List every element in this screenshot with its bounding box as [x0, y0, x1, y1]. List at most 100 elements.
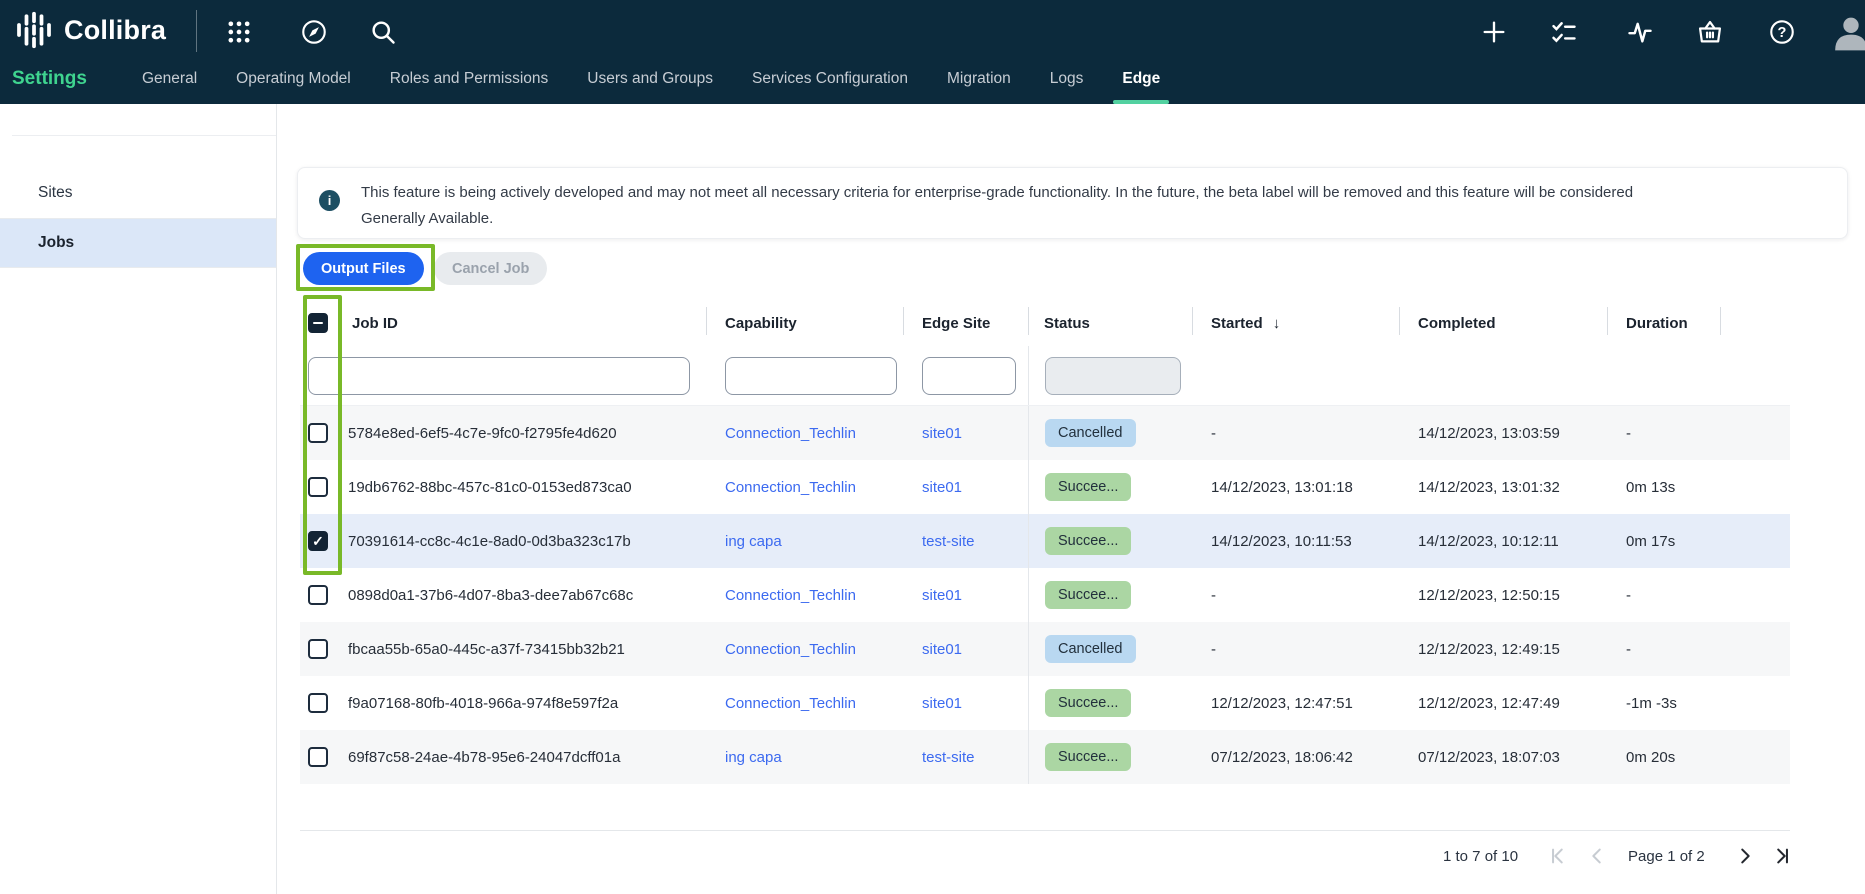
header-checkbox-cell	[300, 300, 346, 346]
table-row[interactable]: 69f87c58-24ae-4b78-95e6-24047dcff01aing …	[300, 730, 1790, 784]
column-header-completed[interactable]: Completed	[1399, 300, 1607, 346]
settings-tab-bar: Settings General Operating Model Roles and…	[0, 54, 1865, 104]
table-filter-row	[300, 346, 1790, 406]
status-badge: Succee...	[1045, 527, 1131, 555]
column-header-capability[interactable]: Capability	[706, 300, 903, 346]
edge-site-link[interactable]: site01	[922, 695, 962, 712]
beta-info-banner: i This feature is being actively develop…	[297, 167, 1848, 239]
brand[interactable]: Collibra	[14, 10, 166, 50]
status-badge: Succee...	[1045, 581, 1131, 609]
column-header-duration[interactable]: Duration	[1607, 300, 1720, 346]
checklist-icon[interactable]	[1550, 18, 1578, 46]
info-icon: i	[319, 190, 340, 211]
edge-site-link[interactable]: site01	[922, 479, 962, 496]
apps-grid-icon[interactable]	[225, 18, 253, 46]
row-checkbox[interactable]	[308, 747, 328, 767]
sidebar-item-jobs[interactable]: Jobs	[0, 218, 276, 268]
edge-site-link[interactable]: test-site	[922, 533, 975, 550]
column-header-status[interactable]: Status	[1028, 300, 1192, 346]
capability-link[interactable]: Connection_Techlin	[725, 479, 856, 496]
basket-icon[interactable]	[1696, 18, 1724, 46]
activity-icon[interactable]	[1626, 18, 1654, 46]
row-checkbox[interactable]: ✓	[308, 531, 328, 551]
job-id-cell: 5784e8ed-6ef5-4c7e-9fc0-f2795fe4d620	[346, 406, 706, 460]
edge-site-cell: site01	[903, 406, 1028, 460]
cancel-job-button[interactable]: Cancel Job	[434, 252, 547, 285]
pagination-divider	[300, 830, 1790, 831]
row-checkbox[interactable]	[308, 423, 328, 443]
started-cell: -	[1192, 568, 1399, 622]
column-header-started[interactable]: Started ↓	[1192, 300, 1399, 346]
trailing-cell	[1720, 514, 1790, 568]
edge-site-link[interactable]: site01	[922, 425, 962, 442]
settings-tabs: General Operating Model Roles and Permissi…	[142, 54, 1160, 104]
started-cell: -	[1192, 622, 1399, 676]
next-page-icon[interactable]	[1734, 845, 1756, 867]
main-content: i This feature is being actively develop…	[277, 104, 1865, 894]
tab-roles-and-permissions[interactable]: Roles and Permissions	[390, 54, 549, 104]
edge-site-link[interactable]: site01	[922, 587, 962, 604]
page-title: Settings	[12, 54, 87, 104]
last-page-icon[interactable]	[1770, 845, 1792, 867]
table-row[interactable]: f9a07168-80fb-4018-966a-974f8e597f2aConn…	[300, 676, 1790, 730]
table-row[interactable]: ✓70391614-cc8c-4c1e-8ad0-0d3ba323c17bing…	[300, 514, 1790, 568]
help-icon[interactable]: ?	[1768, 18, 1796, 46]
sidebar-item-sites[interactable]: Sites	[0, 168, 276, 218]
trailing-cell	[1720, 460, 1790, 514]
row-checkbox-cell: ✓	[300, 514, 346, 568]
capability-filter-input[interactable]	[725, 357, 897, 395]
table-row[interactable]: 19db6762-88bc-457c-81c0-0153ed873ca0 Conn…	[300, 460, 1790, 514]
row-checkbox-cell	[300, 622, 346, 676]
capability-link[interactable]: Connection_Techlin	[725, 425, 856, 442]
capability-cell: Connection_Techlin	[706, 406, 903, 460]
row-checkbox-cell	[300, 568, 346, 622]
started-cell: 14/12/2023, 10:11:53	[1192, 514, 1399, 568]
row-checkbox[interactable]	[308, 477, 328, 497]
started-cell: 12/12/2023, 12:47:51	[1192, 676, 1399, 730]
capability-link[interactable]: Connection_Techlin	[725, 587, 856, 604]
previous-page-icon[interactable]	[1586, 845, 1608, 867]
status-filter-input[interactable]	[1045, 357, 1181, 395]
completed-cell: 07/12/2023, 18:07:03	[1399, 730, 1607, 784]
row-checkbox[interactable]	[308, 585, 328, 605]
tab-general[interactable]: General	[142, 54, 197, 104]
edge-site-cell: site01	[903, 622, 1028, 676]
edge-site-link[interactable]: test-site	[922, 749, 975, 766]
capability-link[interactable]: ing capa	[725, 533, 782, 550]
topbar-divider	[196, 10, 197, 52]
capability-link[interactable]: ing capa	[725, 749, 782, 766]
row-checkbox[interactable]	[308, 693, 328, 713]
tab-users-and-groups[interactable]: Users and Groups	[587, 54, 713, 104]
table-row[interactable]: 0898d0a1-37b6-4d07-8ba3-dee7ab67c68cConn…	[300, 568, 1790, 622]
edge-site-link[interactable]: site01	[922, 641, 962, 658]
row-checkbox[interactable]	[308, 639, 328, 659]
table-row[interactable]: 5784e8ed-6ef5-4c7e-9fc0-f2795fe4d620 Conn…	[300, 406, 1790, 460]
first-page-icon[interactable]	[1548, 845, 1570, 867]
edge-site-filter-input[interactable]	[922, 357, 1016, 395]
capability-link[interactable]: Connection_Techlin	[725, 641, 856, 658]
capability-link[interactable]: Connection_Techlin	[725, 695, 856, 712]
plus-icon[interactable]	[1480, 18, 1508, 46]
sort-descending-icon[interactable]: ↓	[1273, 315, 1281, 332]
column-header-edge-site[interactable]: Edge Site	[903, 300, 1028, 346]
job-id-filter-input[interactable]	[308, 357, 690, 395]
duration-cell: -	[1607, 568, 1720, 622]
tab-logs[interactable]: Logs	[1050, 54, 1084, 104]
row-checkbox-cell	[300, 460, 346, 514]
column-header-job-id[interactable]: Job ID	[346, 300, 706, 346]
search-icon[interactable]	[369, 18, 397, 46]
status-cell: Succee...	[1028, 568, 1192, 622]
collibra-logo-icon	[14, 10, 54, 50]
tab-edge[interactable]: Edge	[1122, 54, 1160, 104]
select-all-checkbox[interactable]	[308, 313, 328, 333]
tab-services-configuration[interactable]: Services Configuration	[752, 54, 908, 104]
edge-site-cell: site01	[903, 676, 1028, 730]
user-avatar[interactable]	[1831, 12, 1865, 52]
table-row[interactable]: fbcaa55b-65a0-445c-a37f-73415bb32b21Conn…	[300, 622, 1790, 676]
tab-operating-model[interactable]: Operating Model	[236, 54, 351, 104]
output-files-button[interactable]: Output Files	[303, 252, 424, 285]
compass-icon[interactable]	[300, 18, 328, 46]
job-id-cell: 19db6762-88bc-457c-81c0-0153ed873ca0	[346, 460, 706, 514]
capability-cell: Connection_Techlin	[706, 676, 903, 730]
tab-migration[interactable]: Migration	[947, 54, 1011, 104]
